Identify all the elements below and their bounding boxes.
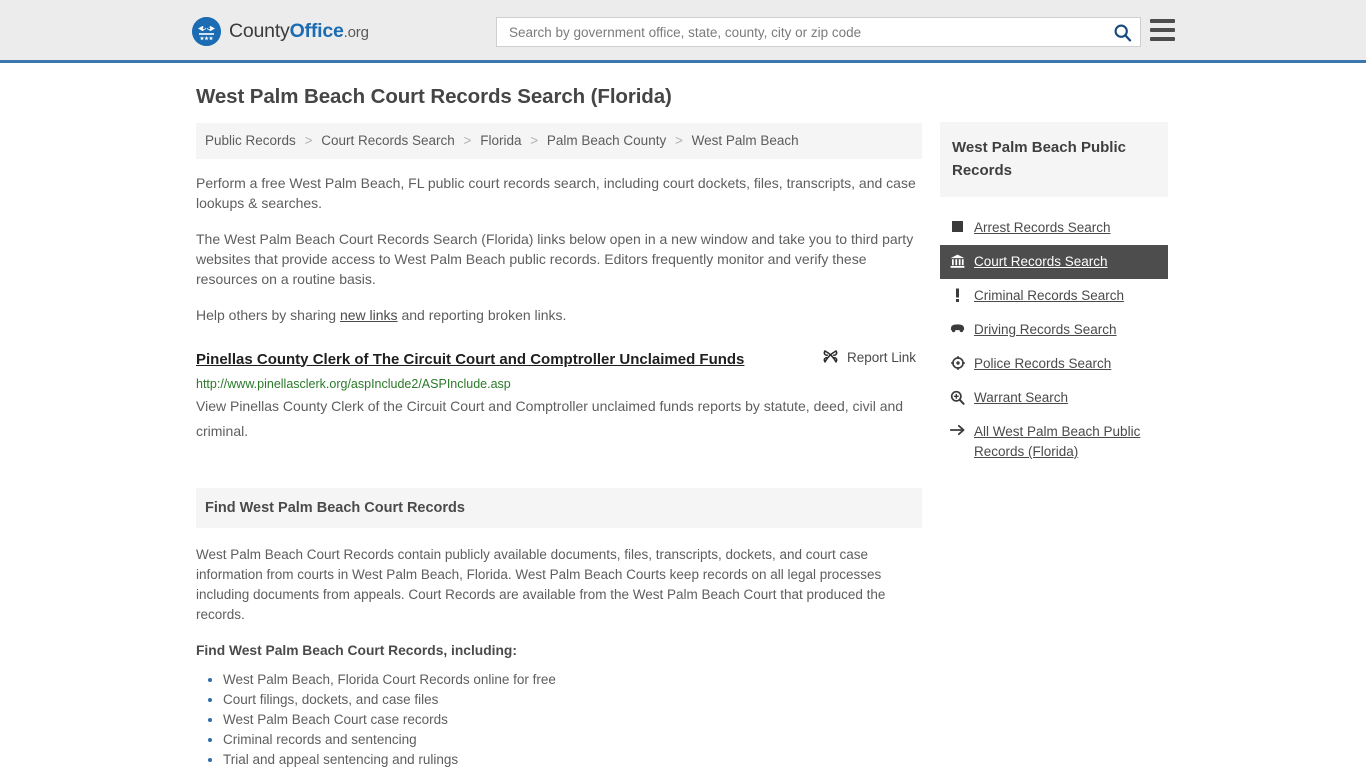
sidebar-item-police-records-search[interactable]: Police Records Search bbox=[940, 347, 1168, 381]
breadcrumb-separator: > bbox=[530, 133, 539, 148]
sidebar: West Palm Beach Public Records Arrest Re… bbox=[940, 122, 1168, 469]
sidebar-item-label: Court Records Search bbox=[974, 254, 1108, 269]
intro-paragraph: Perform a free West Palm Beach, FL publi… bbox=[196, 174, 916, 211]
list-item: Trial and appeal sentencing and rulings bbox=[223, 750, 922, 768]
sidebar-item-criminal-records-search[interactable]: Criminal Records Search bbox=[940, 279, 1168, 313]
sidebar-item-all-public-records[interactable]: All West Palm Beach Public Records (Flor… bbox=[940, 415, 1168, 469]
hamburger-bar bbox=[1150, 37, 1175, 41]
hamburger-menu-icon[interactable] bbox=[1150, 19, 1175, 41]
breadcrumb-item-palm-beach-county[interactable]: Palm Beach County bbox=[547, 133, 666, 148]
car-icon bbox=[950, 322, 965, 333]
search-bar bbox=[496, 17, 1141, 47]
sidebar-item-label: Criminal Records Search bbox=[974, 288, 1125, 303]
brand-part-county: County bbox=[229, 19, 290, 42]
result-item: Pinellas County Clerk of The Circuit Cou… bbox=[196, 349, 922, 444]
site-logo-text: CountyOffice.org bbox=[229, 19, 369, 42]
report-link-button[interactable]: Report Link bbox=[822, 349, 922, 367]
sidebar-list: Arrest Records Search Court Records Sear… bbox=[940, 211, 1168, 469]
sidebar-title: West Palm Beach Public Records bbox=[940, 122, 1168, 197]
report-link-label: Report Link bbox=[846, 350, 916, 365]
sidebar-item-driving-records-search[interactable]: Driving Records Search bbox=[940, 313, 1168, 347]
section-heading: Find West Palm Beach Court Records bbox=[196, 487, 922, 528]
breadcrumb-item-west-palm-beach[interactable]: West Palm Beach bbox=[692, 133, 799, 148]
section-body-text: West Palm Beach Court Records contain pu… bbox=[196, 547, 886, 622]
sidebar-item-warrant-search[interactable]: Warrant Search bbox=[940, 381, 1168, 415]
result-url[interactable]: http://www.pinellasclerk.org/aspInclude2… bbox=[196, 376, 922, 392]
site-header: CountyOffice.org bbox=[0, 0, 1366, 63]
breadcrumb-item-court-records-search[interactable]: Court Records Search bbox=[321, 133, 455, 148]
sidebar-item-label: Driving Records Search bbox=[974, 322, 1117, 337]
header-inner: CountyOffice.org bbox=[0, 0, 1366, 63]
broken-link-icon bbox=[822, 349, 839, 367]
arrow-right-icon bbox=[950, 424, 965, 436]
breadcrumb-item-florida[interactable]: Florida bbox=[480, 133, 521, 148]
courthouse-icon bbox=[950, 254, 965, 268]
site-logo[interactable]: CountyOffice.org bbox=[192, 17, 369, 46]
hamburger-bar bbox=[1150, 28, 1175, 32]
sidebar-item-label: Police Records Search bbox=[974, 356, 1112, 371]
help-suffix: and reporting broken links. bbox=[397, 306, 567, 323]
brand-part-org: .org bbox=[343, 23, 369, 41]
breadcrumb-separator: > bbox=[674, 133, 683, 148]
breadcrumb-item-public-records[interactable]: Public Records bbox=[205, 133, 296, 148]
police-badge-icon bbox=[950, 356, 965, 370]
sidebar-item-court-records-search[interactable]: Court Records Search bbox=[940, 245, 1168, 279]
eagle-shield-logo-icon bbox=[192, 17, 221, 46]
list-item: West Palm Beach Court case records bbox=[223, 710, 922, 730]
result-title-link[interactable]: Pinellas County Clerk of The Circuit Cou… bbox=[196, 350, 744, 370]
brand-part-office: Office bbox=[289, 19, 344, 42]
main-content: West Palm Beach Court Records Search (Fl… bbox=[196, 85, 922, 768]
list-item: West Palm Beach, Florida Court Records o… bbox=[223, 670, 922, 690]
sidebar-item-label: Arrest Records Search bbox=[974, 220, 1111, 235]
breadcrumb-separator: > bbox=[463, 133, 472, 148]
description-paragraph: The West Palm Beach Court Records Search… bbox=[196, 230, 914, 287]
help-paragraph: Help others by sharing new links and rep… bbox=[196, 305, 922, 325]
page-title: West Palm Beach Court Records Search (Fl… bbox=[196, 85, 672, 108]
hamburger-bar bbox=[1150, 19, 1175, 23]
square-icon bbox=[950, 220, 965, 233]
sidebar-item-arrest-records-search[interactable]: Arrest Records Search bbox=[940, 211, 1168, 245]
search-icon[interactable] bbox=[1110, 20, 1134, 44]
result-header: Pinellas County Clerk of The Circuit Cou… bbox=[196, 349, 922, 370]
section-subheading: Find West Palm Beach Court Records, incl… bbox=[196, 643, 517, 658]
list-item: Court filings, dockets, and case files bbox=[223, 690, 922, 710]
exclamation-icon bbox=[950, 288, 965, 302]
help-prefix: Help others by sharing bbox=[196, 306, 340, 323]
new-links-link[interactable]: new links bbox=[340, 307, 398, 323]
search-box bbox=[496, 17, 1141, 47]
result-description: View Pinellas County Clerk of the Circui… bbox=[196, 397, 904, 439]
list-item: Criminal records and sentencing bbox=[223, 730, 922, 750]
breadcrumb-separator: > bbox=[304, 133, 313, 148]
breadcrumb: Public Records > Court Records Search > … bbox=[196, 123, 922, 159]
records-feature-list: West Palm Beach, Florida Court Records o… bbox=[196, 670, 922, 768]
magnifier-plus-icon bbox=[950, 390, 965, 405]
sidebar-item-label: All West Palm Beach Public Records (Flor… bbox=[974, 424, 1141, 459]
sidebar-item-label: Warrant Search bbox=[974, 390, 1069, 405]
search-input[interactable] bbox=[507, 19, 1110, 45]
